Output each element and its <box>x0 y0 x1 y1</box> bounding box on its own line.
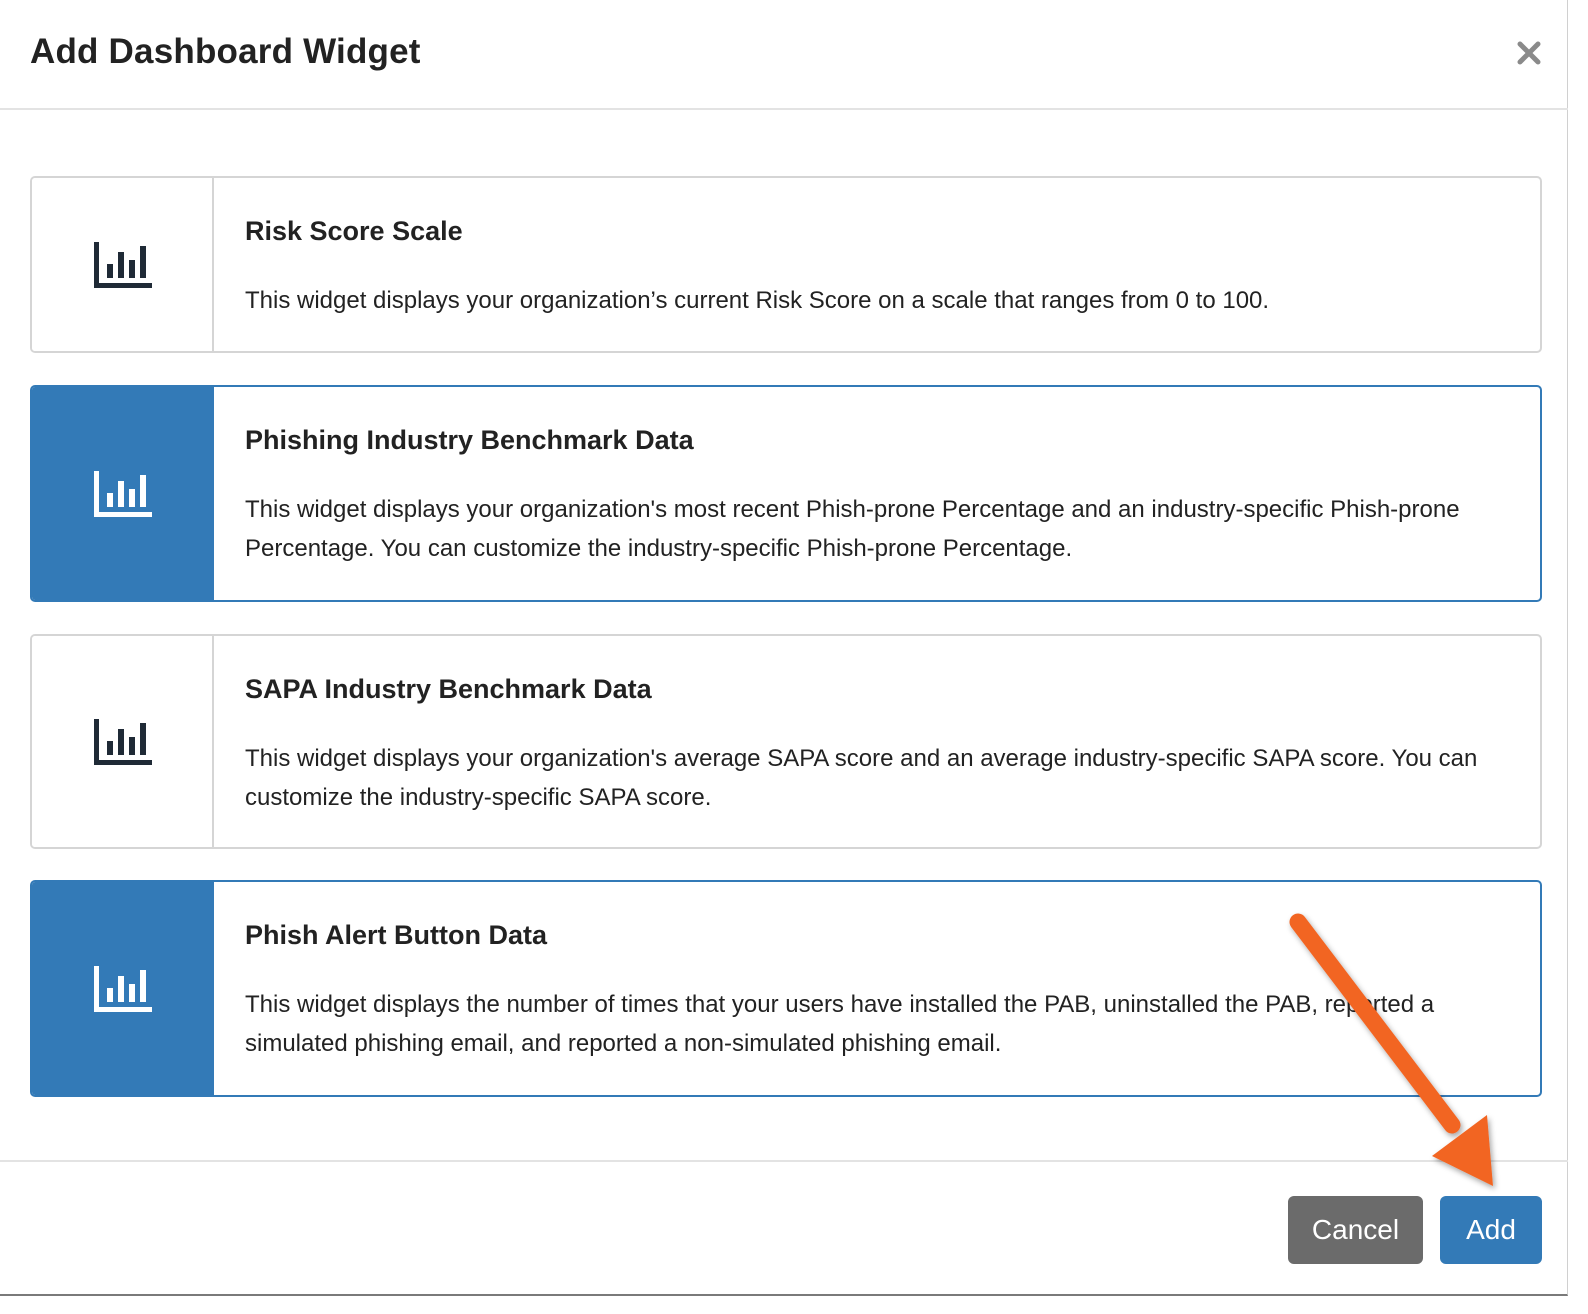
widget-option-sapa-industry-benchmark[interactable]: SAPA Industry Benchmark Data This widget… <box>30 634 1542 849</box>
widget-option-risk-score-scale[interactable]: Risk Score Scale This widget displays yo… <box>30 176 1542 353</box>
modal-header: Add Dashboard Widget <box>0 0 1568 110</box>
add-widget-modal: Add Dashboard Widget Risk Score Scale Th… <box>0 0 1568 1296</box>
bar-chart-icon <box>94 719 152 765</box>
widget-option-phish-alert-button[interactable]: Phish Alert Button Data This widget disp… <box>30 880 1542 1097</box>
bar-chart-icon <box>94 471 152 517</box>
bar-chart-icon <box>94 966 152 1012</box>
widget-description: This widget displays your organization's… <box>245 496 1460 562</box>
widget-title: Phishing Industry Benchmark Data <box>245 425 694 455</box>
widget-option-phishing-industry-benchmark[interactable]: Phishing Industry Benchmark Data This wi… <box>30 385 1542 602</box>
widget-icon-panel <box>32 882 214 1095</box>
cancel-button[interactable]: Cancel <box>1288 1196 1423 1264</box>
widget-description: This widget displays your organization’s… <box>245 287 1270 314</box>
close-button[interactable] <box>1512 36 1546 70</box>
widget-icon-panel <box>32 387 214 600</box>
close-icon <box>1517 41 1541 65</box>
widget-description: This widget displays your organization's… <box>245 745 1478 811</box>
widget-icon-panel <box>32 636 214 847</box>
add-button[interactable]: Add <box>1440 1196 1542 1264</box>
widget-title: Risk Score Scale <box>245 216 463 246</box>
widget-icon-panel <box>32 178 214 351</box>
widget-title: Phish Alert Button Data <box>245 920 548 950</box>
widget-description: This widget displays the number of times… <box>245 991 1435 1057</box>
widget-title: SAPA Industry Benchmark Data <box>245 674 652 704</box>
bar-chart-icon <box>94 242 152 288</box>
modal-footer: Cancel Add <box>0 1160 1568 1296</box>
modal-title: Add Dashboard Widget <box>30 32 421 71</box>
modal-body: Risk Score Scale This widget displays yo… <box>0 110 1568 1160</box>
